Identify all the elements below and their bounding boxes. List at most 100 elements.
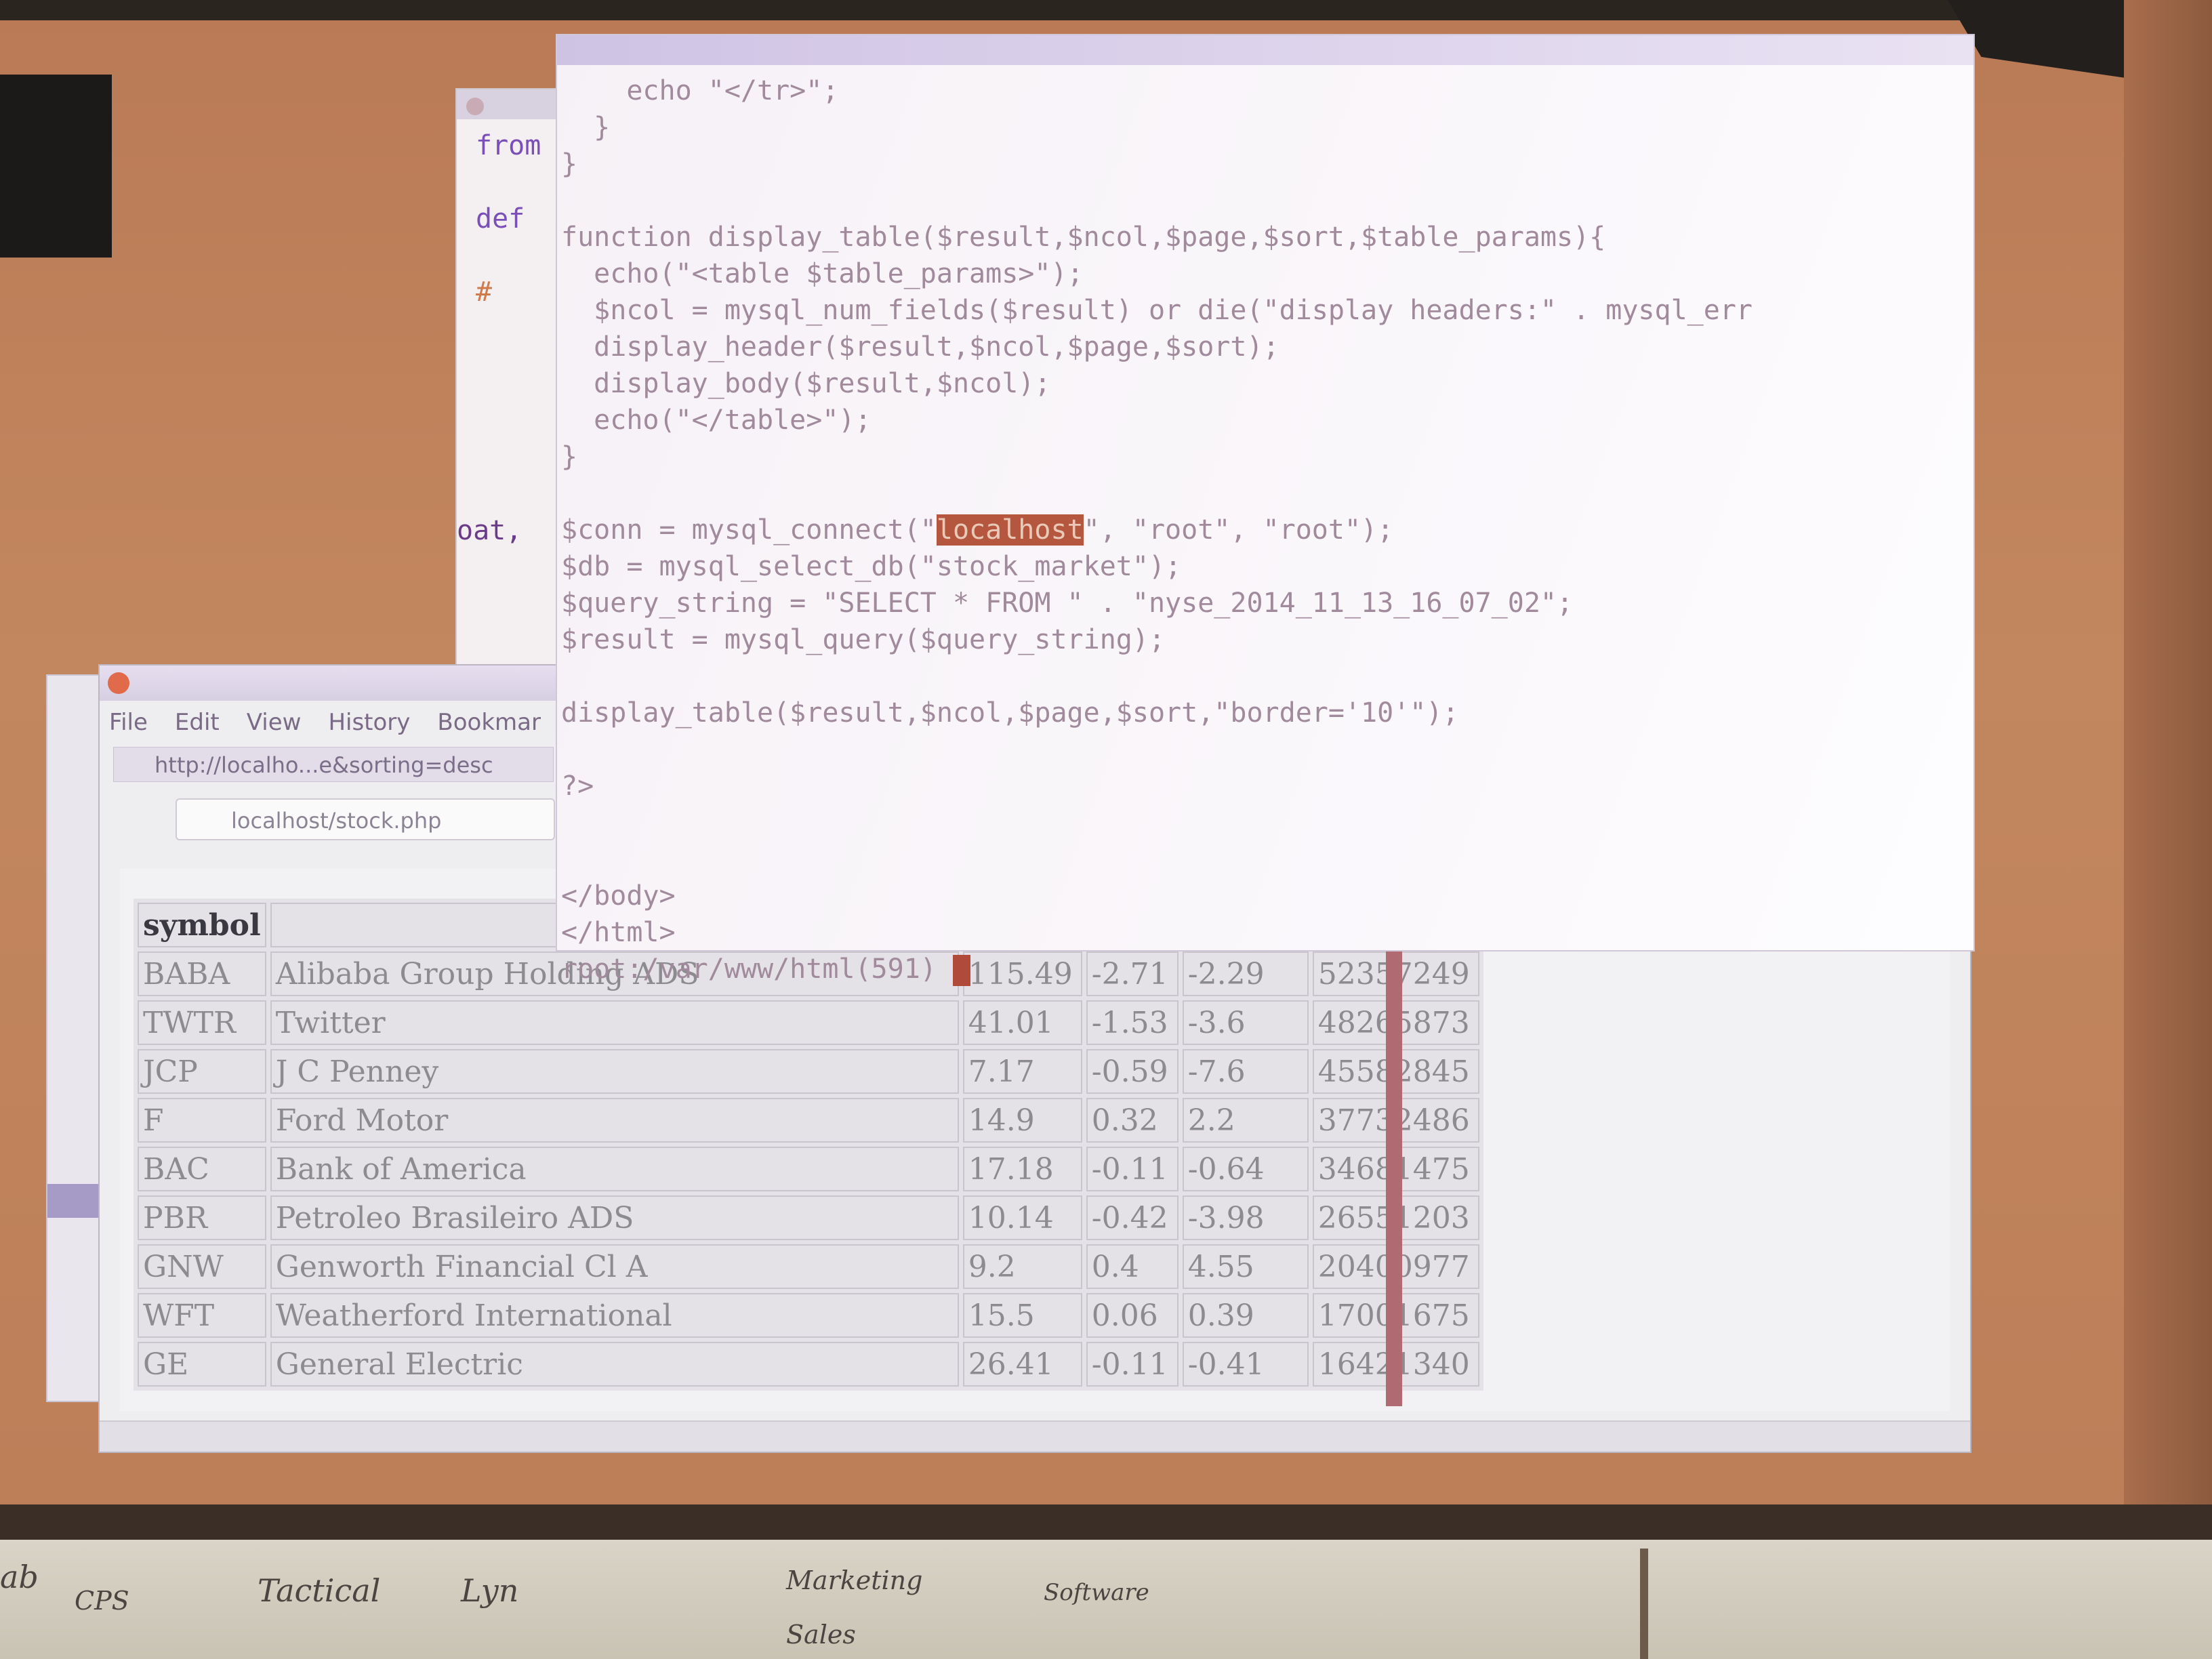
code-line: echo("</table>");	[561, 405, 872, 436]
code-line: $conn = mysql_connect("localhost", "root…	[561, 514, 1394, 546]
table-cell: 41.01	[962, 1000, 1082, 1045]
table-cell: PBR	[138, 1195, 266, 1240]
code-line: function display_table($result,$ncol,$pa…	[561, 222, 1606, 253]
terminal-code: echo "</tr>"; } } function display_table…	[561, 73, 1753, 987]
table-cell: 7.17	[962, 1049, 1082, 1094]
table-cell: 17.18	[962, 1147, 1082, 1191]
table-cell: 2.2	[1182, 1098, 1309, 1143]
code-line: echo "</tr>";	[561, 75, 839, 106]
table-cell: -0.11	[1086, 1342, 1179, 1387]
side-window	[46, 674, 103, 1402]
table-cell: 9.2	[962, 1244, 1082, 1289]
table-cell: Ford Motor	[270, 1098, 959, 1143]
table-row: GEGeneral Electric26.41-0.11-0.411642134…	[138, 1342, 1479, 1387]
code-line: $result = mysql_query($query_string);	[561, 624, 1166, 655]
whiteboard-scribble: Sales	[786, 1620, 856, 1650]
code-line: display_header($result,$ncol,$page,$sort…	[561, 331, 1279, 363]
menu-file[interactable]: File	[109, 709, 148, 736]
code-snippet: #	[476, 276, 493, 308]
table-row: WFT Weatherford International 15.5 0.06 0.39…	[138, 1293, 1479, 1338]
table-cell: 0.39	[1182, 1293, 1309, 1338]
table-cell: WFT	[138, 1293, 266, 1338]
whiteboard-scribble: Marketing	[786, 1565, 923, 1595]
table-cell: J C Penney	[270, 1049, 959, 1094]
table-cell: -3.6	[1182, 1000, 1309, 1045]
code-snippet: def	[476, 203, 525, 234]
table-cell: Weatherford International	[270, 1293, 959, 1338]
whiteboard-scribble: Lyn	[461, 1572, 519, 1609]
code-line: $query_string = "SELECT * FROM " . "nyse…	[561, 588, 1574, 619]
whiteboard-scribble: Software	[1044, 1579, 1149, 1606]
table-border-edge	[1386, 945, 1402, 1406]
table-cell: -0.41	[1182, 1342, 1309, 1387]
table-cell: General Electric	[270, 1342, 959, 1387]
board-rail	[0, 1504, 2212, 1540]
code-snippet: from	[476, 130, 541, 161]
menu-view[interactable]: View	[247, 709, 302, 736]
table-row: FFord Motor14.90.322.237732486	[138, 1098, 1479, 1143]
menu-bookmarks[interactable]: Bookmar	[437, 709, 541, 736]
table-cell: 0.4	[1086, 1244, 1179, 1289]
table-cell: 0.06	[1086, 1293, 1179, 1338]
side-window-band	[47, 1184, 102, 1218]
board-divider	[1640, 1549, 1648, 1659]
table-cell: 4.55	[1182, 1244, 1309, 1289]
browser-tab[interactable]: http://localho...e&sorting=desc	[113, 747, 554, 782]
menu-history[interactable]: History	[328, 709, 410, 736]
url-input[interactable]: localhost/stock.php	[176, 798, 555, 840]
code-line: echo("<table $table_params>");	[561, 258, 1084, 289]
table-row: PBR Petroleo Brasileiro ADS 10.14 -0.42 -3.9…	[138, 1195, 1479, 1240]
table-row: TWTRTwitter41.01-1.53-3.648265873	[138, 1000, 1479, 1045]
editor-titlebar	[457, 89, 572, 119]
table-cell: BABA	[138, 951, 266, 996]
projector-mount	[0, 75, 112, 258]
wall-right	[2124, 0, 2212, 1525]
table-cell: GNW	[138, 1244, 266, 1289]
code-line: $ncol = mysql_num_fields($result) or die…	[561, 295, 1753, 326]
whiteboard-scribble: ab	[0, 1559, 39, 1595]
menu-edit[interactable]: Edit	[175, 709, 220, 736]
code-line: display_table($result,$ncol,$page,$sort,…	[561, 697, 1459, 729]
table-cell: BAC	[138, 1147, 266, 1191]
terminal-titlebar	[557, 35, 1973, 65]
table-row: GNWGenworth Financial Cl A9.20.44.552040…	[138, 1244, 1479, 1289]
table-cell: -0.59	[1086, 1049, 1179, 1094]
table-cell: -0.64	[1182, 1147, 1309, 1191]
table-cell: 0.32	[1086, 1098, 1179, 1143]
text-cursor	[952, 955, 970, 986]
table-cell: 10.14	[962, 1195, 1082, 1240]
code-line: </body>	[561, 880, 676, 912]
column-header[interactable]: symbol	[138, 903, 266, 947]
table-cell: Twitter	[270, 1000, 959, 1045]
table-cell: -7.6	[1182, 1049, 1309, 1094]
code-line: root:/var/www/html(591)	[561, 954, 953, 985]
ceiling	[0, 0, 2212, 20]
table-cell: JCP	[138, 1049, 266, 1094]
terminal-window[interactable]: echo "</tr>"; } } function display_table…	[556, 34, 1975, 986]
code-snippet: oat,	[457, 515, 523, 546]
whiteboard-scribble: Tactical	[258, 1572, 381, 1609]
code-line: }	[561, 148, 578, 180]
code-line: }	[561, 112, 611, 143]
table-cell: -3.98	[1182, 1195, 1309, 1240]
table-cell: TWTR	[138, 1000, 266, 1045]
window-dot-icon[interactable]	[466, 98, 484, 115]
table-cell: -0.42	[1086, 1195, 1179, 1240]
code-line: display_body($result,$ncol);	[561, 368, 1051, 399]
whiteboard-scribble: CPS	[75, 1586, 129, 1616]
code-line: ?>	[561, 771, 594, 802]
table-cell: 15.5	[962, 1293, 1082, 1338]
table-cell: Genworth Financial Cl A	[270, 1244, 959, 1289]
close-icon[interactable]	[108, 672, 129, 694]
table-row: JCPJ C Penney7.17-0.59-7.645582845	[138, 1049, 1479, 1094]
status-bar	[100, 1420, 1970, 1452]
code-line: $db = mysql_select_db("stock_market");	[561, 551, 1182, 582]
table-cell: 14.9	[962, 1098, 1082, 1143]
code-line: }	[561, 441, 578, 472]
table-cell: Bank of America	[270, 1147, 959, 1191]
table-cell: Petroleo Brasileiro ADS	[270, 1195, 959, 1240]
code-line: </html>	[561, 917, 676, 948]
selected-text[interactable]: localhost	[936, 514, 1084, 546]
table-cell: -0.11	[1086, 1147, 1179, 1191]
table-row: BACBank of America17.18-0.11-0.643468147…	[138, 1147, 1479, 1191]
